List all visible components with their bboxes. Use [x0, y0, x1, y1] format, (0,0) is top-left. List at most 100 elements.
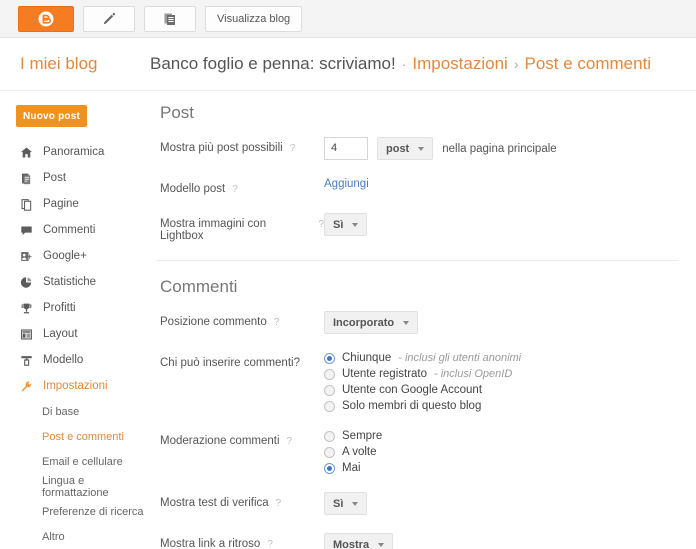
radio-indicator[interactable] [324, 400, 335, 412]
layout-icon [19, 328, 34, 341]
help-icon[interactable]: ? [276, 498, 282, 509]
breadcrumb-settings[interactable]: Impostazioni [412, 54, 507, 74]
sidebar-item-post[interactable]: Post [0, 165, 150, 191]
sidebar-subitem-di-base[interactable]: Di base [0, 399, 150, 424]
chevron-down-icon [403, 320, 410, 325]
radio-label: Mai [342, 462, 361, 474]
sidebar-subitem-label: Di base [42, 405, 80, 418]
radio-label: Utente registrato [342, 368, 428, 380]
setting-label-text: Mostra immagini con Lightbox [160, 218, 267, 242]
sidebar-item-label: Statistiche [43, 276, 97, 288]
sidebar-item-label: Layout [43, 328, 78, 340]
radio-hint: - inclusi gli utenti anonimi [398, 352, 522, 364]
sidebar-item-commenti[interactable]: Commenti [0, 217, 150, 243]
radio-indicator[interactable] [324, 352, 335, 364]
sidebar-subitem-preferenze-di-ricerca[interactable]: Preferenze di ricerca [0, 499, 150, 524]
comment-position-select[interactable]: Incorporato [324, 311, 419, 334]
help-icon[interactable]: ? [287, 436, 293, 447]
radio-indicator[interactable] [324, 384, 335, 396]
max-posts-input[interactable]: 4 [324, 137, 368, 160]
pages-icon [162, 11, 178, 27]
sidebar-item-impostazioni[interactable]: Impostazioni [0, 373, 150, 399]
my-blogs-link[interactable]: I miei blog [0, 54, 150, 74]
setting-label: Mostra link a ritroso ? [156, 533, 324, 549]
sidebar-item-label: Pagine [43, 198, 79, 210]
radio-option-mai[interactable]: Mai [324, 462, 382, 474]
radio-label: A volte [342, 446, 377, 458]
sidebar-item-label: Commenti [43, 224, 96, 236]
setting-row-lightbox: Mostra immagini con Lightbox ? Sì [156, 213, 696, 242]
sidebar-item-modello[interactable]: Modello [0, 347, 150, 373]
select-value: Incorporato [333, 316, 395, 329]
sidebar-item-google-plus[interactable]: Google+ [0, 243, 150, 269]
google-plus-icon [19, 250, 34, 263]
new-post-compose-button[interactable] [83, 5, 135, 32]
select-value: Sì [333, 218, 344, 231]
setting-label-text: Mostra link a ritroso [160, 538, 261, 549]
setting-label: Moderazione commenti ? [156, 430, 324, 447]
sidebar-subitem-post-e-commenti[interactable]: Post e commenti [0, 424, 150, 449]
radio-indicator[interactable] [324, 462, 335, 474]
radio-option-solo-membri[interactable]: Solo membri di questo blog [324, 400, 521, 412]
chevron-down-icon [352, 222, 359, 227]
breadcrumb-blog-title[interactable]: Banco foglio e penna: scriviamo! [150, 54, 396, 74]
sidebar-subitem-email-e-cellulare[interactable]: Email e cellulare [0, 449, 150, 474]
chevron-right-icon: › [513, 56, 519, 72]
radio-label: Chiunque [342, 352, 392, 364]
max-posts-unit-select[interactable]: post [377, 137, 434, 160]
sidebar-subitem-lingua-e-formattazione[interactable]: Lingua e formattazione [0, 474, 150, 499]
chevron-down-icon [378, 542, 385, 547]
radio-indicator[interactable] [324, 430, 335, 442]
radio-option-a-volte[interactable]: A volte [324, 446, 382, 458]
top-toolbar: Visualizza blog [0, 0, 696, 38]
pages-icon [19, 198, 34, 211]
sidebar-item-pagine[interactable]: Pagine [0, 191, 150, 217]
sidebar-subitem-label: Lingua e formattazione [42, 474, 109, 499]
select-value: post [386, 142, 410, 155]
setting-label: Chi può inserire commenti? [156, 352, 324, 369]
sidebar-item-label: Modello [43, 354, 84, 366]
new-post-button[interactable]: Nuovo post [16, 105, 87, 127]
setting-label-text: Posizione commento [160, 316, 267, 328]
setting-row-moderation: Moderazione commenti ? Sempre A volte Ma… [156, 430, 696, 474]
trophy-icon [19, 302, 34, 315]
radio-option-chiunque[interactable]: Chiunque - inclusi gli utenti anonimi [324, 352, 521, 364]
setting-row-max-posts: Mostra più post possibili ? 4 post nella… [156, 137, 696, 160]
setting-label-text: Moderazione commenti [160, 435, 280, 447]
sidebar-item-layout[interactable]: Layout [0, 321, 150, 347]
add-template-link[interactable]: Aggiungi [324, 178, 369, 190]
sidebar-item-statistiche[interactable]: Statistiche [0, 269, 150, 295]
radio-option-google-account[interactable]: Utente con Google Account [324, 384, 521, 396]
captcha-select[interactable]: Sì [324, 492, 368, 515]
radio-indicator[interactable] [324, 446, 335, 458]
radio-indicator[interactable] [324, 368, 335, 380]
sidebar-subitem-altro[interactable]: Altro [0, 524, 150, 549]
blogger-home-button[interactable] [18, 5, 74, 32]
sidebar-item-panoramica[interactable]: Panoramica [0, 139, 150, 165]
lightbox-select[interactable]: Sì [324, 213, 368, 236]
backlinks-select[interactable]: Mostra [324, 533, 394, 549]
sidebar-item-profitti[interactable]: Profitti [0, 295, 150, 321]
sidebar-item-label: Panoramica [43, 146, 105, 158]
sidebar-subitem-label: Email e cellulare [42, 455, 123, 468]
sidebar-subitem-label: Preferenze di ricerca [42, 505, 144, 518]
setting-label: Posizione commento ? [156, 311, 324, 328]
template-roller-icon [19, 354, 34, 367]
manage-posts-button[interactable] [144, 5, 196, 32]
help-icon[interactable]: ? [290, 143, 296, 154]
help-icon[interactable]: ? [274, 317, 280, 328]
setting-row-who-can-comment: Chi può inserire commenti? Chiunque - in… [156, 352, 696, 412]
sidebar: Nuovo post Panoramica Post Pagine Commen… [0, 91, 150, 548]
blogger-b-icon [38, 11, 54, 27]
setting-row-captcha: Mostra test di verifica ? Sì [156, 492, 696, 515]
help-icon[interactable]: ? [232, 184, 238, 195]
sidebar-subitem-label: Altro [42, 530, 65, 543]
radio-option-sempre[interactable]: Sempre [324, 430, 382, 442]
pencil-icon [101, 11, 117, 27]
view-blog-button[interactable]: Visualizza blog [205, 5, 303, 32]
help-icon[interactable]: ? [267, 539, 273, 549]
home-icon [19, 146, 34, 159]
setting-label: Modello post ? [156, 178, 324, 195]
moderation-radio-group: Sempre A volte Mai [324, 430, 382, 474]
radio-option-utente-registrato[interactable]: Utente registrato - inclusi OpenID [324, 368, 521, 380]
